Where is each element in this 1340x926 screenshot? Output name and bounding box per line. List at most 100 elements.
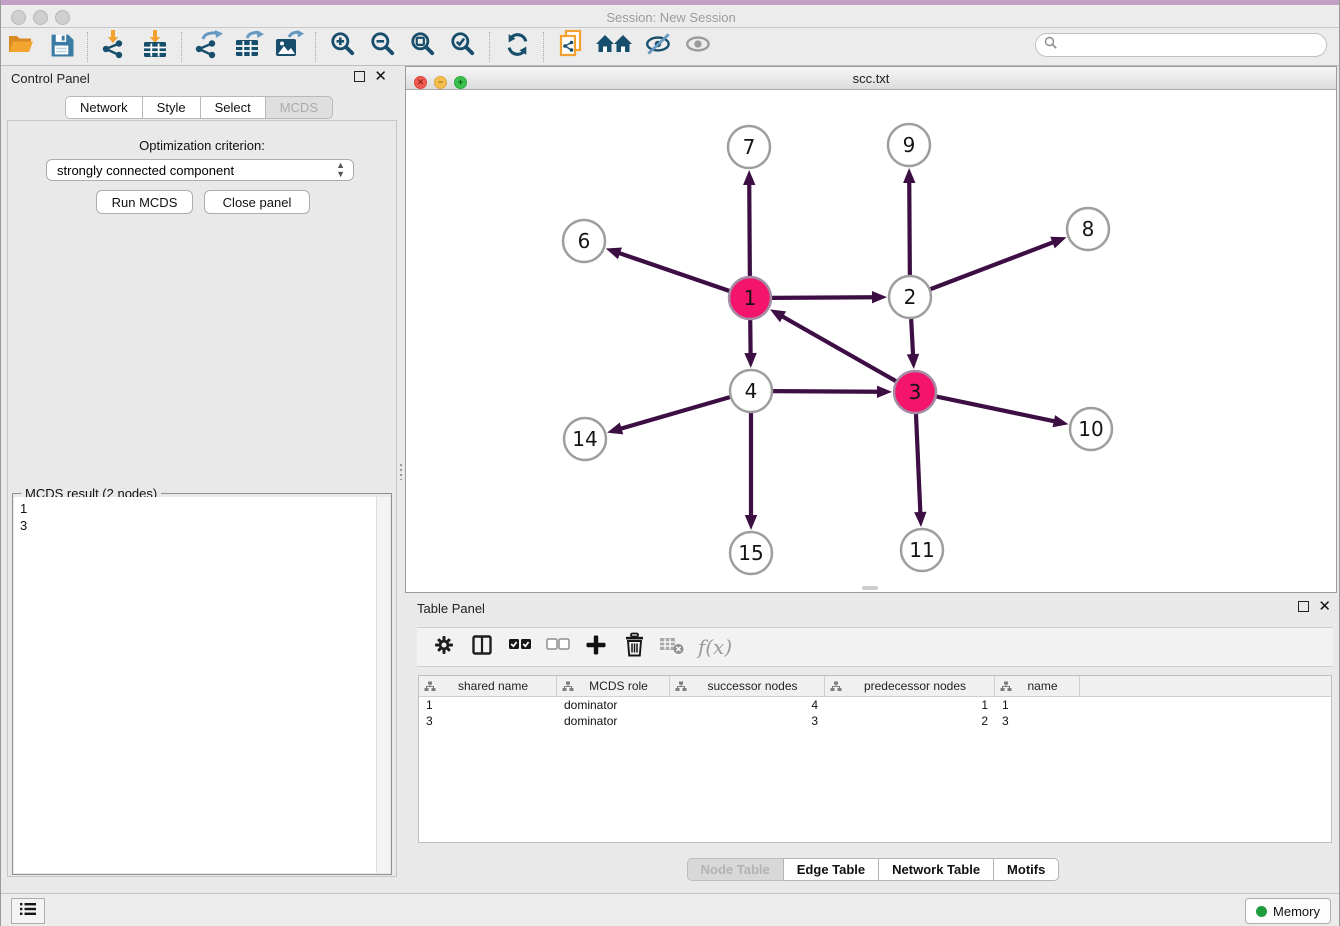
open-folder-icon xyxy=(7,31,35,62)
close-table-panel-icon[interactable]: ✕ xyxy=(1318,601,1331,612)
column-header-MCDS-role[interactable]: MCDS role xyxy=(557,676,670,696)
select-all-button[interactable] xyxy=(501,630,539,664)
table-cell[interactable]: 4 xyxy=(670,698,825,712)
delete-row-button[interactable] xyxy=(615,630,653,664)
import-table-button[interactable] xyxy=(135,30,175,64)
toolbar-separator xyxy=(87,32,89,62)
tab-network[interactable]: Network xyxy=(65,96,142,119)
canvas-scroll-handle[interactable] xyxy=(862,586,878,590)
tab-style[interactable]: Style xyxy=(142,96,200,119)
tab-mcds[interactable]: MCDS xyxy=(265,96,333,119)
mcds-panel: Optimization criterion: strongly connect… xyxy=(7,120,397,877)
edge-4-14[interactable] xyxy=(620,397,730,429)
network-graph-canvas[interactable]: 7968124314101511 xyxy=(406,90,1336,592)
home-layout-button[interactable] xyxy=(591,30,639,64)
clone-network-button[interactable] xyxy=(551,30,591,64)
search-input[interactable] xyxy=(1063,37,1326,54)
edge-arrowhead xyxy=(872,291,887,303)
show-all-button[interactable] xyxy=(679,30,719,64)
zoom-in-icon xyxy=(329,30,357,63)
memory-label: Memory xyxy=(1273,904,1320,919)
network-window-title: scc.txt xyxy=(406,71,1336,86)
edge-2-8[interactable] xyxy=(931,242,1055,289)
search-field[interactable] xyxy=(1035,33,1327,57)
edge-1-2[interactable] xyxy=(772,297,874,298)
column-header-shared-name[interactable]: shared name xyxy=(419,676,557,696)
table-row[interactable]: 1dominator411 xyxy=(419,697,1331,713)
vertical-splitter[interactable] xyxy=(397,66,405,890)
zoom-fit-button[interactable] xyxy=(403,30,443,64)
close-panel-button[interactable]: Close panel xyxy=(204,190,310,214)
tab-node-table[interactable]: Node Table xyxy=(687,858,783,881)
session-title: Session: New Session xyxy=(1,10,1340,25)
add-row-button[interactable] xyxy=(577,630,615,664)
show-column-button[interactable] xyxy=(463,630,501,664)
table-cell[interactable]: 1 xyxy=(825,698,995,712)
node-table-body[interactable]: 1dominator4113dominator323 xyxy=(419,697,1331,729)
table-toolbar: f(x) xyxy=(417,627,1333,667)
column-header-successor-nodes[interactable]: successor nodes xyxy=(670,676,825,696)
function-builder-button[interactable]: f(x) xyxy=(691,630,739,664)
export-image-button[interactable] xyxy=(269,30,309,64)
export-table-button[interactable] xyxy=(229,30,269,64)
edge-3-1[interactable] xyxy=(781,316,896,381)
table-panel-title: Table Panel xyxy=(417,601,485,616)
toolbar-separator xyxy=(543,32,545,62)
tab-edge-table[interactable]: Edge Table xyxy=(783,858,878,881)
criterion-dropdown[interactable]: strongly connected component ▲▼ xyxy=(46,159,354,181)
zoom-in-button[interactable] xyxy=(323,30,363,64)
hide-selected-button[interactable] xyxy=(639,30,679,64)
edge-1-7[interactable] xyxy=(749,183,750,276)
deselect-all-button[interactable] xyxy=(539,630,577,664)
refresh-layout-button[interactable] xyxy=(497,30,537,64)
column-header-predecessor-nodes[interactable]: predecessor nodes xyxy=(825,676,995,696)
graph-node-label-2: 2 xyxy=(904,285,917,309)
task-history-button[interactable] xyxy=(11,898,45,924)
tab-motifs[interactable]: Motifs xyxy=(993,858,1059,881)
graph-node-label-7: 7 xyxy=(743,135,756,159)
zoom-selected-button[interactable] xyxy=(443,30,483,64)
table-cell[interactable]: dominator xyxy=(557,714,670,728)
delete-table-icon xyxy=(659,634,685,661)
close-panel-icon[interactable]: ✕ xyxy=(374,71,387,82)
node-table[interactable]: shared nameMCDS rolesuccessor nodesprede… xyxy=(418,675,1332,843)
table-cell[interactable]: 3 xyxy=(670,714,825,728)
memory-button[interactable]: Memory xyxy=(1245,898,1331,924)
run-mcds-button[interactable]: Run MCDS xyxy=(96,190,193,214)
table-cell[interactable]: 3 xyxy=(995,714,1080,728)
open-session-button[interactable] xyxy=(1,30,41,64)
criterion-dropdown-value: strongly connected component xyxy=(57,163,234,178)
table-row[interactable]: 3dominator323 xyxy=(419,713,1331,729)
export-network-button[interactable] xyxy=(189,30,229,64)
edge-2-3[interactable] xyxy=(911,319,913,356)
tab-select[interactable]: Select xyxy=(200,96,265,119)
gear-icon xyxy=(432,633,456,662)
float-panel-icon[interactable] xyxy=(354,71,365,82)
delete-column-button[interactable] xyxy=(653,630,691,664)
column-header-name[interactable]: name xyxy=(995,676,1080,696)
edge-4-3[interactable] xyxy=(773,391,879,392)
table-cell[interactable]: dominator xyxy=(557,698,670,712)
save-session-button[interactable] xyxy=(41,30,81,64)
edge-2-9[interactable] xyxy=(909,181,910,275)
hierarchy-icon xyxy=(424,681,436,692)
table-settings-button[interactable] xyxy=(425,630,463,664)
graph-node-label-1: 1 xyxy=(744,286,757,310)
zoom-out-button[interactable] xyxy=(363,30,403,64)
table-cell[interactable]: 1 xyxy=(995,698,1080,712)
edge-1-6[interactable] xyxy=(618,253,729,291)
result-scrollbar[interactable] xyxy=(376,497,390,873)
table-cell[interactable]: 1 xyxy=(419,698,557,712)
toolbar-separator xyxy=(489,32,491,62)
table-cell[interactable]: 2 xyxy=(825,714,995,728)
edge-3-10[interactable] xyxy=(937,397,1056,422)
float-table-panel-icon[interactable] xyxy=(1298,601,1309,612)
network-view-window: ✕−+ scc.txt 7968124314101511 xyxy=(405,66,1337,593)
edge-arrowhead xyxy=(1050,237,1066,249)
node-table-header[interactable]: shared nameMCDS rolesuccessor nodesprede… xyxy=(419,676,1331,697)
import-network-button[interactable] xyxy=(95,30,135,64)
edge-3-11[interactable] xyxy=(916,414,920,514)
tab-network-table[interactable]: Network Table xyxy=(878,858,993,881)
network-window-titlebar[interactable]: ✕−+ scc.txt xyxy=(406,67,1336,90)
table-cell[interactable]: 3 xyxy=(419,714,557,728)
